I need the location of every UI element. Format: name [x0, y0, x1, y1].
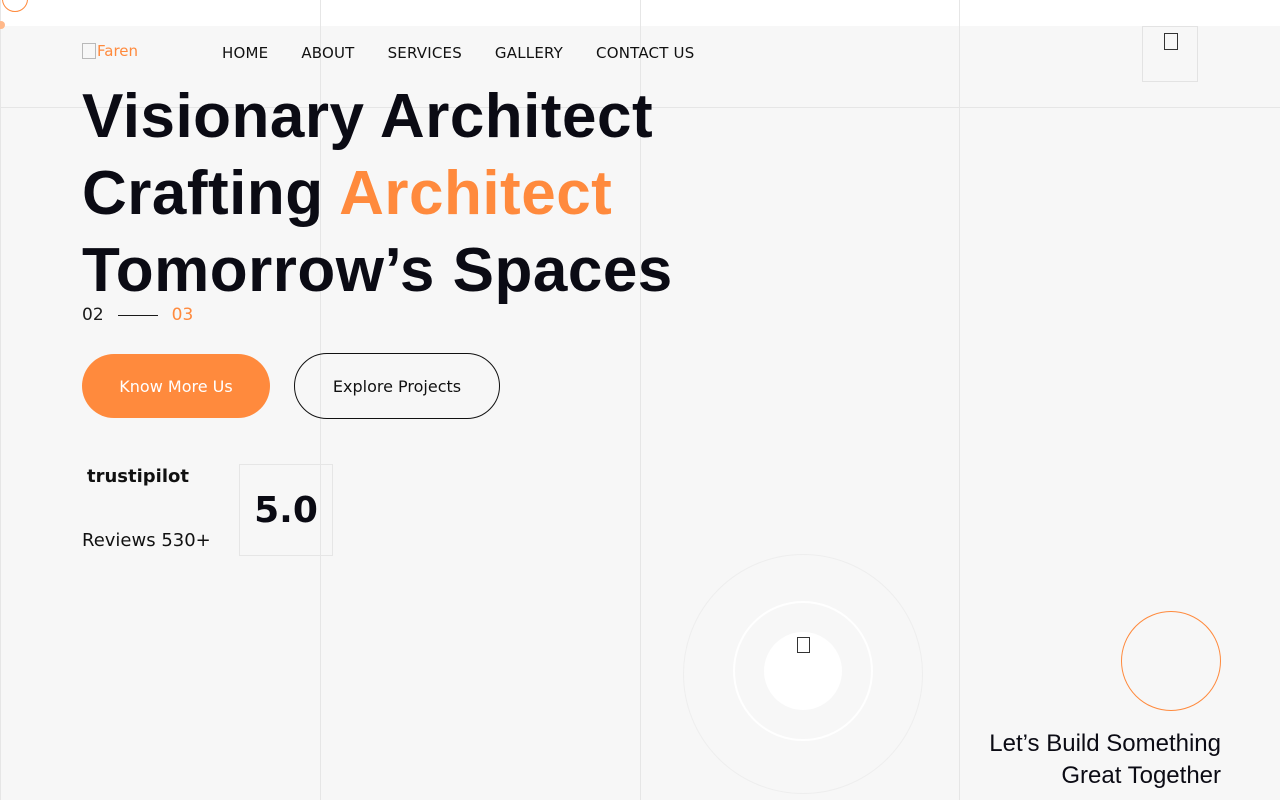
reviews-count: Reviews 530+	[82, 530, 211, 551]
slide-current[interactable]: 02	[82, 305, 104, 325]
hero-title-line3: Tomorrow’s Spaces	[82, 236, 673, 305]
hero-title-line1: Visionary Architect	[82, 82, 654, 151]
nav-services[interactable]: SERVICES	[388, 44, 462, 62]
rating-value: 5.0	[254, 489, 318, 531]
cta-text: Let’s Build Something Great Together	[961, 728, 1221, 792]
hamburger-icon	[1164, 33, 1178, 50]
know-more-button[interactable]: Know More Us	[82, 354, 270, 418]
slide-next[interactable]: 03	[172, 305, 194, 325]
cta-line1: Let’s Build Something	[989, 730, 1221, 757]
logo-alt-text: Faren	[97, 42, 139, 60]
nav-gallery[interactable]: GALLERY	[495, 44, 563, 62]
play-icon	[797, 637, 810, 653]
menu-button[interactable]	[1142, 26, 1198, 82]
hero-title-accent: Architect	[339, 159, 613, 228]
cta-line2: Great Together	[1061, 762, 1221, 789]
cta-circle-button[interactable]	[1121, 611, 1221, 711]
broken-image-icon	[82, 43, 96, 59]
hero-title: Visionary Architect Crafting Architect T…	[82, 78, 673, 309]
rating-box: 5.0	[239, 464, 333, 556]
slide-indicator: 02 03	[82, 305, 193, 325]
nav-contact-us[interactable]: CONTACT US	[596, 44, 694, 62]
logo-link[interactable]: Faren	[82, 42, 138, 60]
grid-line	[959, 0, 960, 800]
nav-home[interactable]: HOME	[222, 44, 268, 62]
explore-projects-button[interactable]: Explore Projects	[294, 353, 500, 419]
trustpilot-brand: trustipilot	[87, 466, 189, 487]
nav-about[interactable]: ABOUT	[301, 44, 354, 62]
main-nav: HOME ABOUT SERVICES GALLERY CONTACT US	[222, 44, 694, 62]
grid-line	[0, 0, 1, 800]
hero-title-line2-prefix: Crafting	[82, 159, 340, 228]
slide-divider	[117, 314, 158, 316]
cursor-ring	[2, 0, 28, 12]
